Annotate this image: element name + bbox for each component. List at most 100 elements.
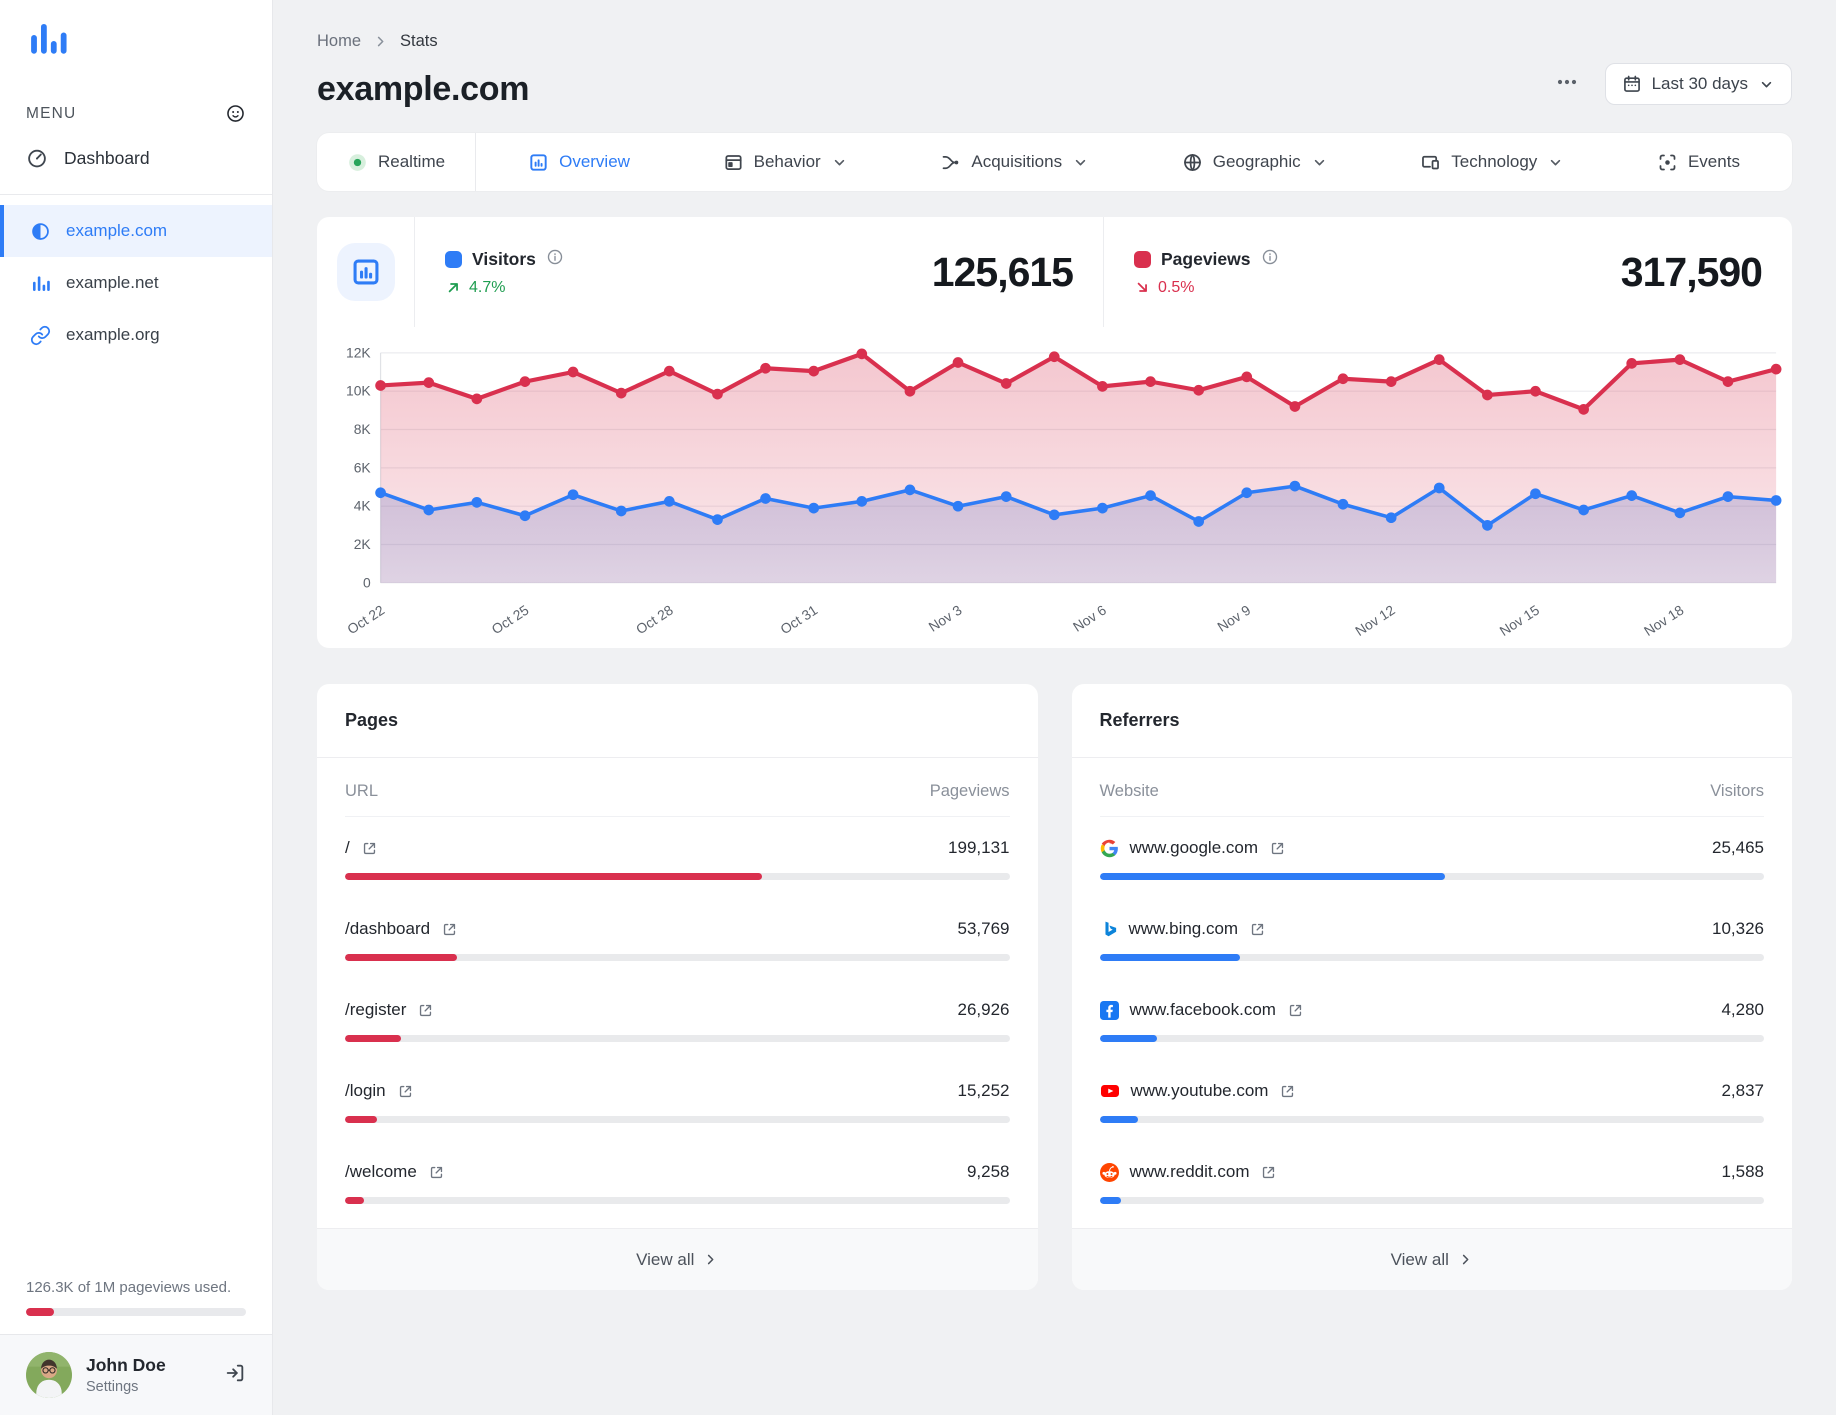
row-bar-track <box>1099 1197 1764 1205</box>
table-row[interactable]: www.bing.com 10,326 <box>1072 898 1793 979</box>
row-value: 4,280 <box>1721 1000 1764 1020</box>
sidebar-item-dashboard[interactable]: Dashboard <box>0 130 272 186</box>
external-link-icon[interactable] <box>428 1164 445 1181</box>
chevron-right-icon <box>703 1252 718 1267</box>
external-link-icon[interactable] <box>1269 840 1286 857</box>
svg-text:8K: 8K <box>354 421 372 437</box>
tab-realtime[interactable]: Realtime <box>317 133 475 191</box>
view-all-button[interactable]: View all <box>1071 1228 1792 1291</box>
chevron-down-icon <box>1311 154 1328 171</box>
row-bar-fill <box>1099 1035 1158 1043</box>
arrow-up-right-icon <box>445 279 462 296</box>
theme-icon[interactable] <box>225 103 246 124</box>
external-link-icon[interactable] <box>1279 1083 1296 1100</box>
card-title: Pages <box>317 684 1038 759</box>
tab-technology[interactable]: Technology <box>1406 133 1578 191</box>
table-row[interactable]: /login 15,252 <box>317 1060 1038 1141</box>
external-link-icon[interactable] <box>1260 1164 1277 1181</box>
breadcrumb-chevron-icon <box>373 34 388 49</box>
info-icon[interactable] <box>1261 248 1279 271</box>
table-row[interactable]: / 199,131 <box>317 817 1038 898</box>
row-bar-track <box>345 954 1010 962</box>
row-bar-track <box>1099 954 1764 962</box>
avatar <box>26 1352 72 1398</box>
tab-geographic[interactable]: Geographic <box>1168 133 1342 191</box>
sidebar-site-example.com[interactable]: example.com <box>0 205 272 257</box>
row-bar-track <box>345 1197 1010 1205</box>
svg-text:Nov 18: Nov 18 <box>1641 602 1687 639</box>
user-profile[interactable]: John Doe Settings <box>0 1334 272 1415</box>
breadcrumb-home[interactable]: Home <box>317 32 361 51</box>
behavior-icon <box>723 152 744 173</box>
user-settings-link[interactable]: Settings <box>86 1379 210 1395</box>
logout-icon[interactable] <box>224 1362 246 1384</box>
realtime-icon <box>347 152 368 173</box>
row-value: 9,258 <box>966 1162 1010 1182</box>
svg-text:Nov 3: Nov 3 <box>926 602 965 635</box>
stat-delta: 4.7% <box>445 279 564 297</box>
tab-behavior[interactable]: Behavior <box>709 133 862 191</box>
external-link-icon[interactable] <box>441 921 458 938</box>
row-value: 15,252 <box>957 1081 1010 1101</box>
svg-text:Oct 28: Oct 28 <box>633 601 676 637</box>
date-range-label: Last 30 days <box>1651 74 1748 93</box>
row-label: /dashboard <box>345 919 431 939</box>
row-bar-fill <box>345 1035 402 1043</box>
chevron-right-icon <box>1458 1252 1473 1267</box>
more-options-button[interactable] <box>1555 70 1579 99</box>
external-link-icon[interactable] <box>1249 921 1266 938</box>
table-row[interactable]: www.facebook.com 4,280 <box>1072 979 1793 1060</box>
row-value: 53,769 <box>957 919 1010 939</box>
page-title: example.com <box>317 70 530 108</box>
svg-text:Nov 9: Nov 9 <box>1214 602 1253 635</box>
dashboard-icon <box>26 147 48 169</box>
table-row[interactable]: www.reddit.com 1,588 <box>1072 1141 1793 1222</box>
table-row[interactable]: www.youtube.com 2,837 <box>1072 1060 1793 1141</box>
table-row[interactable]: /welcome 9,258 <box>317 1141 1038 1222</box>
svg-text:Nov 15: Nov 15 <box>1497 602 1543 639</box>
external-link-icon[interactable] <box>1287 1002 1304 1019</box>
sidebar-site-example.org[interactable]: example.org <box>0 309 272 361</box>
stat-value: 317,590 <box>1620 248 1763 295</box>
row-bar-fill <box>1099 873 1446 881</box>
external-link-icon[interactable] <box>417 1002 434 1019</box>
youtube-favicon-icon <box>1100 1081 1120 1101</box>
sidebar-site-example.net[interactable]: example.net <box>0 257 272 309</box>
tab-bar: Realtime Overview Behavior Acquisitions … <box>317 133 1792 191</box>
svg-text:4K: 4K <box>354 498 372 514</box>
contrast-icon <box>30 221 51 242</box>
column-header: Website <box>1099 782 1159 801</box>
svg-text:2K: 2K <box>354 536 372 552</box>
table-row[interactable]: /dashboard 53,769 <box>317 898 1038 979</box>
chevron-down-icon <box>1547 154 1564 171</box>
info-icon[interactable] <box>546 248 564 271</box>
view-all-button[interactable]: View all <box>317 1228 1038 1291</box>
facebook-favicon-icon <box>1099 1000 1119 1020</box>
svg-text:Oct 25: Oct 25 <box>489 601 532 637</box>
user-name: John Doe <box>86 1355 166 1375</box>
external-link-icon[interactable] <box>361 840 378 857</box>
usage-progress-fill <box>26 1308 54 1316</box>
traffic-chart[interactable]: 0 2K 4K 6K 8K 10K 12K Oct 22 Oct 25 Oct 28 Oct 31 N… <box>317 327 1792 648</box>
row-bar-fill <box>1099 1197 1121 1205</box>
svg-text:Oct 31: Oct 31 <box>777 601 820 637</box>
svg-text:10K: 10K <box>346 383 371 399</box>
logo-icon <box>26 18 72 64</box>
date-range-button[interactable]: Last 30 days <box>1604 63 1792 105</box>
row-bar-track <box>345 873 1010 881</box>
row-label: /register <box>345 1000 407 1020</box>
tab-overview[interactable]: Overview <box>514 133 644 191</box>
pages-card: Pages URL Pageviews / 199,131 /dashboard… <box>317 684 1038 1291</box>
tab-acquisitions[interactable]: Acquisitions <box>926 133 1103 191</box>
table-row[interactable]: www.google.com 25,465 <box>1072 817 1793 898</box>
svg-text:0: 0 <box>363 574 371 590</box>
chevron-down-icon <box>1758 76 1775 93</box>
external-link-icon[interactable] <box>397 1083 414 1100</box>
overview-icon <box>528 152 549 173</box>
tab-events[interactable]: Events <box>1643 133 1754 191</box>
link-icon <box>30 325 51 346</box>
table-row[interactable]: /register 26,926 <box>317 979 1038 1060</box>
card-title: Referrers <box>1071 684 1792 759</box>
chevron-down-icon <box>831 154 848 171</box>
svg-text:6K: 6K <box>354 459 372 475</box>
